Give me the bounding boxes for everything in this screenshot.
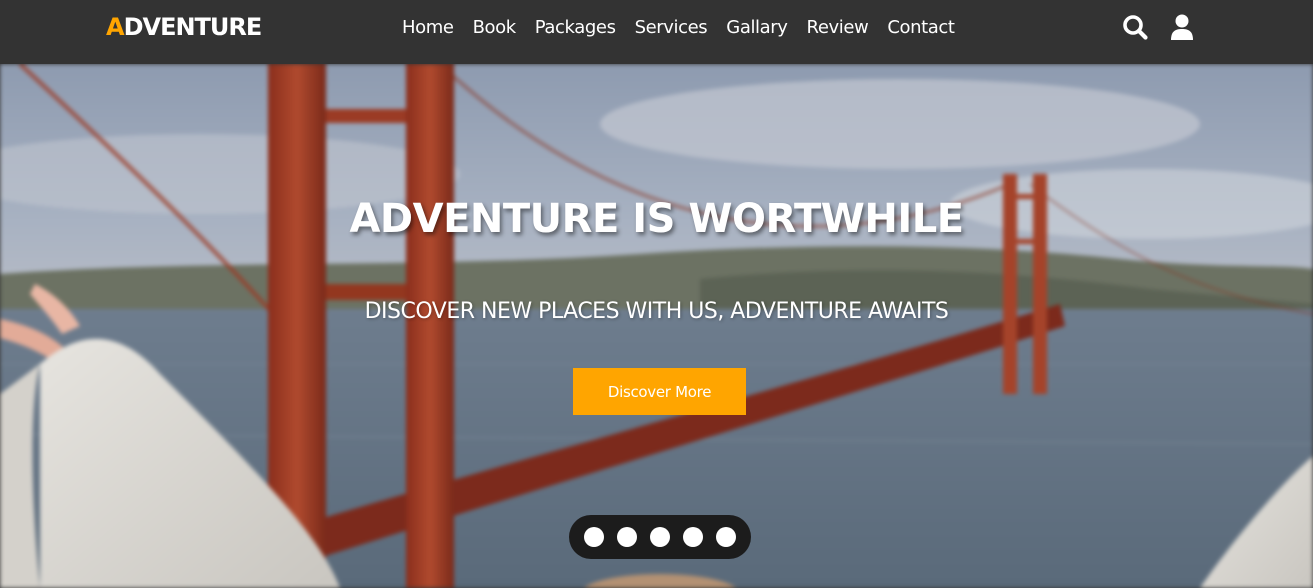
nav-contact-link[interactable]: Contact <box>887 14 955 42</box>
slider-dot-2[interactable] <box>617 527 637 547</box>
nav-book-link[interactable]: Book <box>473 14 517 42</box>
nav-home-link[interactable]: Home <box>402 14 454 42</box>
user-button[interactable] <box>1170 14 1196 40</box>
slider-dot-1[interactable] <box>584 527 604 547</box>
discover-more-button[interactable]: Discover More <box>573 368 746 415</box>
brand-logo[interactable]: ADVENTURE <box>106 12 263 42</box>
nav-gallery-link[interactable]: Gallary <box>726 14 788 42</box>
search-button[interactable] <box>1122 14 1148 40</box>
hero-subtitle: DISCOVER NEW PLACES WITH US, ADVENTURE A… <box>364 299 949 324</box>
slider-dot-5[interactable] <box>716 527 736 547</box>
hero-title: ADVENTURE IS WORTWHILE <box>349 195 964 242</box>
user-icon <box>1171 14 1193 40</box>
nav-links: Home Book Packages Services Gallary Revi… <box>402 14 955 42</box>
nav-packages-link[interactable]: Packages <box>535 14 616 42</box>
slider-dot-4[interactable] <box>683 527 703 547</box>
nav-review-link[interactable]: Review <box>807 14 869 42</box>
logo-rest: DVENTURE <box>123 13 263 41</box>
slider-pagination <box>569 515 751 559</box>
nav-services-link[interactable]: Services <box>635 14 708 42</box>
navbar: ADVENTURE Home Book Packages Services Ga… <box>0 0 1313 64</box>
search-icon <box>1123 15 1148 40</box>
hero-section: ADVENTURE IS WORTWHILE DISCOVER NEW PLAC… <box>0 64 1313 588</box>
slider-dot-3[interactable] <box>650 527 670 547</box>
logo-first-letter: A <box>106 13 125 41</box>
